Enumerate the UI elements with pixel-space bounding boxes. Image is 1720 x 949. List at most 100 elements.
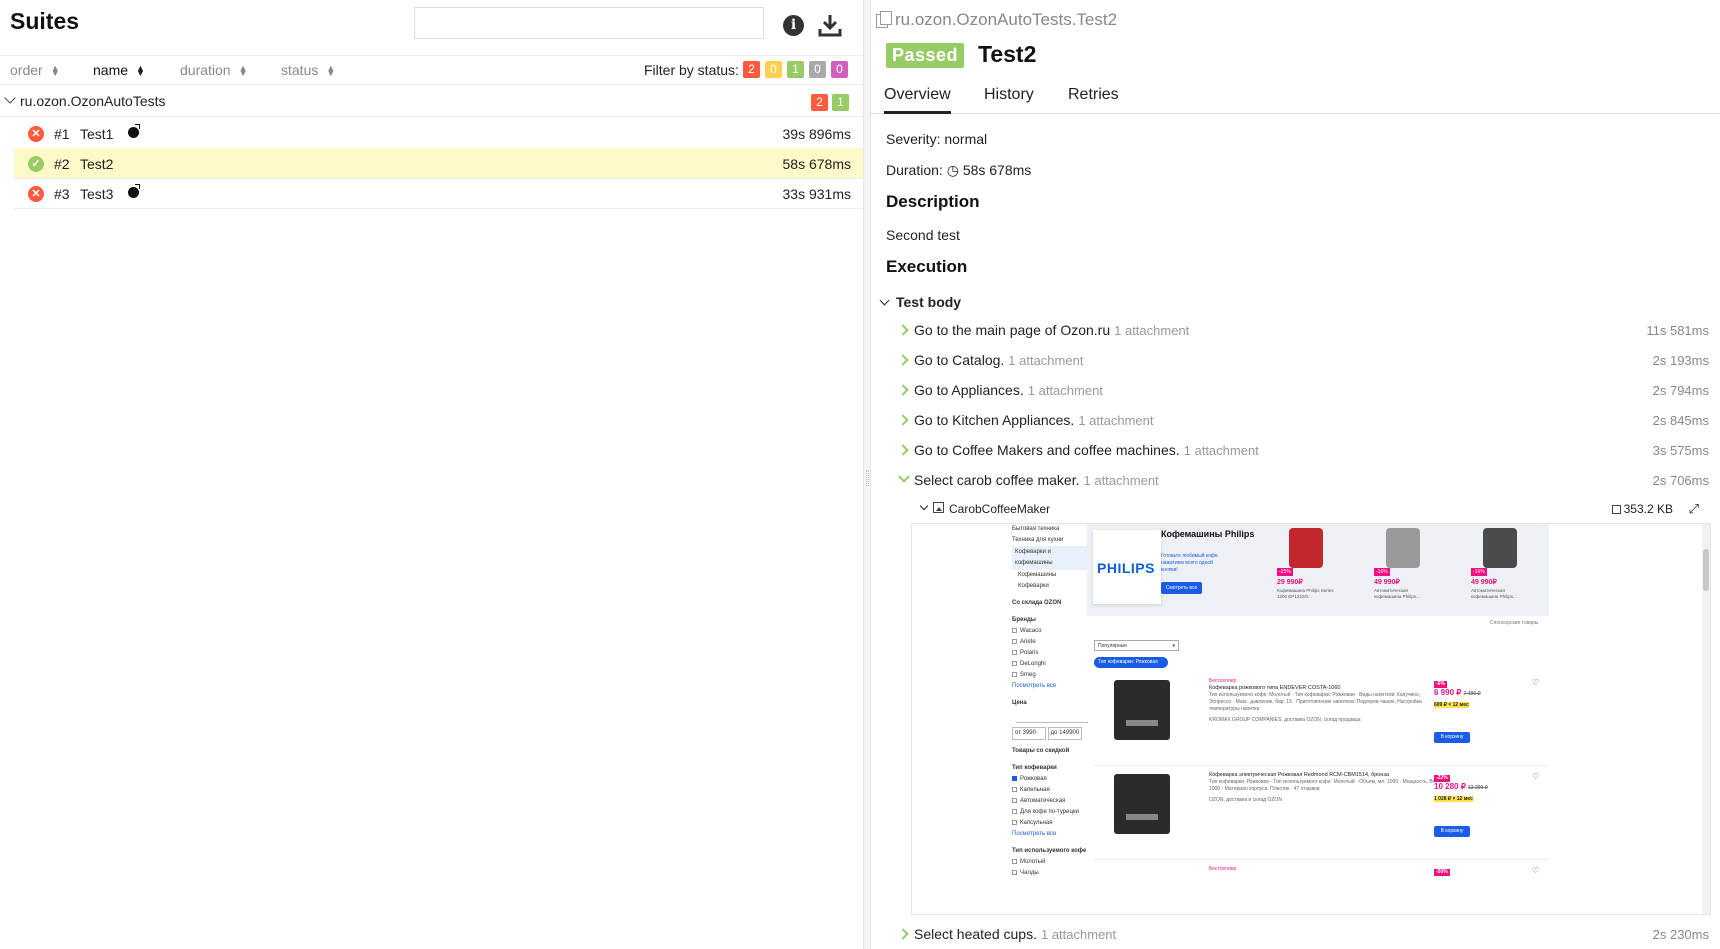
step-name: Go to Appliances. 1 attachment [914,382,1103,398]
fullscreen-icon[interactable]: ⤢ [1689,501,1699,517]
attachment-image: Бытовая техника Техника для кухни Кофева… [911,523,1711,915]
attachment-scrollbar[interactable] [1702,524,1710,914]
sort-arrows-icon: ▲ ▼ [238,63,248,79]
step-attachment-count: 1 attachment [1078,413,1154,428]
step-attachment-count: 1 attachment [1040,927,1117,942]
chevron-right-icon [897,414,909,426]
filter-passed-badge[interactable]: 1 [787,61,804,78]
attachment-name: CarobCoffeeMaker [949,502,1051,516]
shot-product-row: Бестселлер Кофеварка рожкового типа ENDEV… [1094,672,1549,766]
step-attachment-count: 1 attachment [1114,323,1190,338]
pane-resize-handle[interactable] [863,0,871,949]
step-row[interactable]: Go to Catalog. 1 attachment 2s 193ms [897,350,1709,372]
execution-heading: Execution [886,257,968,276]
tab-bar: Overview History Retries [871,78,1720,114]
sort-arrows-icon: ▲ ▼ [326,63,336,79]
sort-order[interactable]: order ▲ ▼ [10,62,60,78]
suite-group-row[interactable]: ru.ozon.OzonAutoTests 2 1 [0,87,863,117]
step-duration: 2s 706ms [1652,473,1709,488]
sort-name[interactable]: name ▲ ▼ [93,62,145,78]
test-order: #3 [54,186,70,202]
tab-overview[interactable]: Overview [884,86,951,114]
sort-duration[interactable]: duration ▲ ▼ [180,62,248,78]
step-duration: 2s 193ms [1652,353,1709,368]
step-attachment-count: 1 attachment [1027,383,1103,398]
step-name: Select heated cups. 1 attachment [914,926,1117,942]
breadcrumb: ru.ozon.OzonAutoTests.Test2 [876,10,1117,30]
test-duration: 58s 678ms [782,156,851,172]
chevron-right-icon [897,384,909,396]
test-row[interactable]: ✕ #3 Test3 33s 931ms [14,178,863,209]
step-duration: 3s 575ms [1652,443,1709,458]
test-row[interactable]: ✓ #2 Test2 58s 678ms [14,148,863,179]
severity-value: normal [944,131,988,147]
step-row[interactable]: Select heated cups. 1 attachment 2s 230ms [897,924,1709,946]
step-attachment-count: 1 attachment [1083,473,1159,488]
attachment-row[interactable]: CarobCoffeeMaker 353.2 KB ⤢ [919,500,1709,520]
search-input[interactable] [414,7,764,39]
shot-product-row: Бестселлер -50% ♡ [1094,860,1549,914]
sort-status[interactable]: status ▲ ▼ [281,62,335,78]
step-name: Go to Kitchen Appliances. 1 attachment [914,412,1154,428]
suite-group-name: ru.ozon.OzonAutoTests [20,93,166,109]
step-name: Go to the main page of Ozon.ru 1 attachme… [914,322,1190,338]
suites-title: Suites [10,8,80,34]
tab-history[interactable]: History [984,86,1034,104]
step-attachment-count: 1 attachment [1183,443,1259,458]
test-body-toggle[interactable]: Test body [879,294,961,310]
coffee-machine-image [1289,528,1323,568]
file-size-icon [1611,505,1621,514]
status-badge: Passed [886,43,965,68]
step-duration: 2s 794ms [1652,383,1709,398]
shot-banner-product: -25% 29 990₽ Кофемашина Philips Series 120… [1275,528,1339,614]
flaky-bomb-icon [128,124,140,138]
test-name: Test1 [80,126,114,142]
sort-bar: order ▲ ▼ name ▲ ▼ duration ▲ ▼ status ▲ ▼ Filte… [0,55,863,85]
chevron-right-icon [897,444,909,456]
chevron-down-icon [919,501,929,511]
failed-icon: ✕ [28,126,44,142]
tab-retries[interactable]: Retries [1068,86,1119,104]
step-row[interactable]: Select carob coffee maker. 1 attachment 2s… [898,470,1709,492]
passed-icon: ✓ [28,156,44,172]
step-row[interactable]: Go to Kitchen Appliances. 1 attachment 2s … [897,410,1709,432]
filter-label: Filter by status: [644,62,739,78]
info-icon[interactable]: i [783,15,804,36]
severity-row: Severity: normal [886,131,988,147]
test-duration: 33s 931ms [782,186,851,202]
shot-filter-chip: Тип кофеварки: Рожковая [1094,657,1168,668]
test-row[interactable]: ✕ #1 Test1 39s 896ms [14,118,863,149]
chevron-right-icon [897,354,909,366]
step-name: Go to Coffee Makers and coffee machines.… [914,442,1259,458]
heart-icon: ♡ [1532,678,1540,687]
heart-icon: ♡ [1532,866,1540,875]
test-order: #2 [54,156,70,172]
description-text: Second test [886,227,960,243]
shot-banner-product: -16% 49 990₽ Автоматическая кофемашина Phi… [1372,528,1436,614]
step-row[interactable]: Go to Appliances. 1 attachment 2s 794ms [897,380,1709,402]
download-icon[interactable] [817,12,843,38]
shot-filter-sidebar: Бытовая техника Техника для кухни Кофева… [1012,524,1092,914]
failed-icon: ✕ [28,186,44,202]
step-duration: 11s 581ms [1646,323,1709,338]
coffee-machine-image [1483,528,1517,568]
philips-logo: PHILIPS [1093,530,1161,604]
filter-unknown-badge[interactable]: 0 [831,61,848,78]
duration-value: 58s 678ms [962,162,1032,178]
step-duration: 2s 230ms [1652,927,1709,942]
step-row[interactable]: Go to the main page of Ozon.ru 1 attachme… [897,320,1709,342]
filter-failed-badge[interactable]: 2 [743,61,760,78]
shot-banner: PHILIPS Кофемашины Philips Готовьте люби… [1087,524,1549,616]
filter-broken-badge[interactable]: 0 [765,61,782,78]
group-passed-count: 1 [832,94,849,111]
step-row[interactable]: Go to Coffee Makers and coffee machines.… [897,440,1709,462]
step-name: Select carob coffee maker. 1 attachment [914,472,1159,488]
sort-arrows-icon: ▲ ▼ [136,63,145,79]
test-duration: 39s 896ms [782,126,851,142]
chevron-down-icon [879,295,890,306]
copy-icon[interactable] [876,11,892,28]
filter-skipped-badge[interactable]: 0 [809,61,826,78]
test-details-panel: ru.ozon.OzonAutoTests.Test2 Passed Test2… [871,0,1720,949]
step-duration: 2s 845ms [1652,413,1709,428]
group-failed-count: 2 [811,94,828,111]
